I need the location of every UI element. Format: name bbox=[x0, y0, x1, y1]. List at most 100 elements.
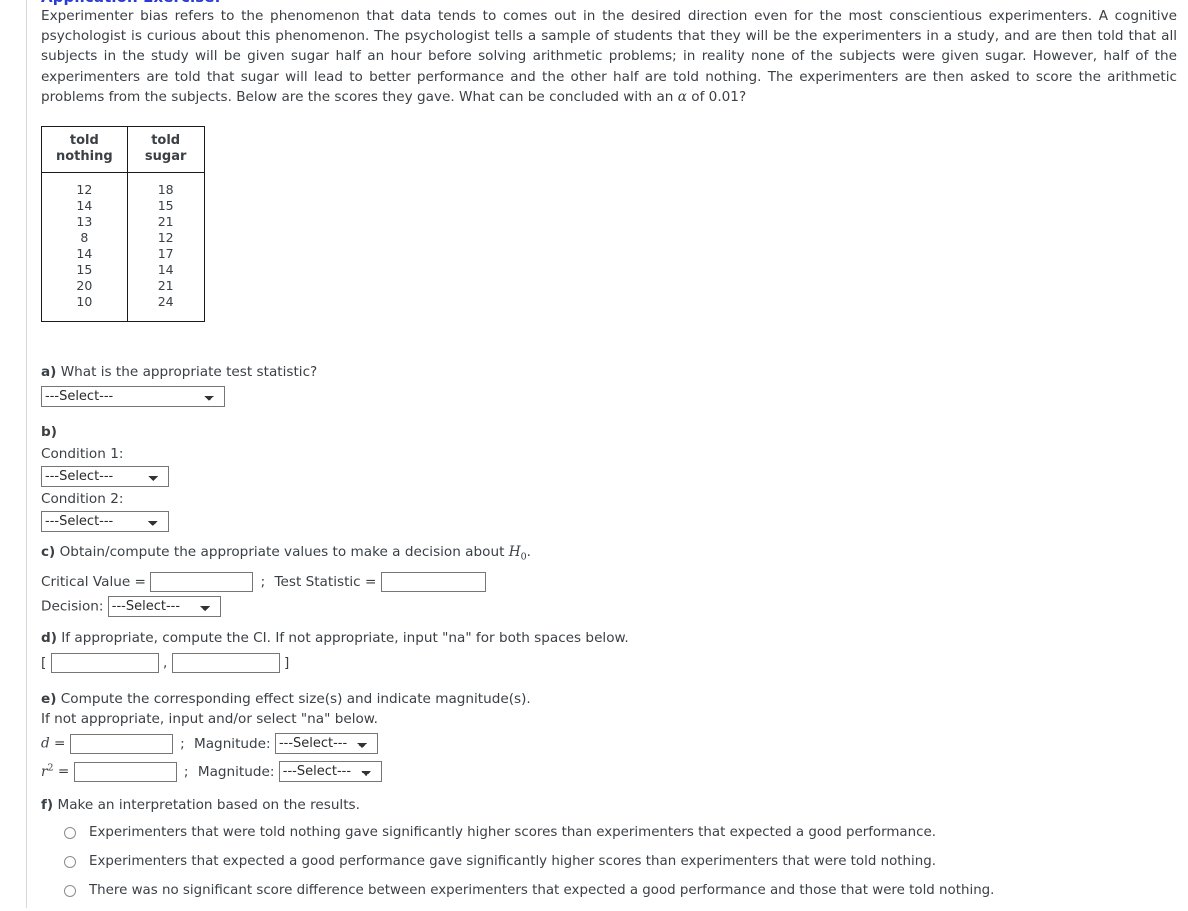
bracket-close: ] bbox=[283, 655, 290, 671]
radio-option-2[interactable]: Experimenters that expected a good perfo… bbox=[41, 853, 994, 882]
cell-told-nothing: 20 bbox=[41, 278, 128, 294]
cell-told-sugar: 12 bbox=[126, 230, 205, 246]
header-line-2: sugar bbox=[144, 149, 187, 164]
table-row: 10 24 bbox=[41, 294, 205, 322]
question-d-prompt: d) If appropriate, compute the CI. If no… bbox=[41, 629, 629, 648]
header-line-2: nothing bbox=[56, 149, 113, 164]
separator-semicolon: ; bbox=[183, 763, 189, 780]
table-header-row: told nothing told sugar bbox=[41, 126, 205, 173]
condition-1-control-row: ---Select--- bbox=[41, 466, 169, 487]
table-row: 15 14 bbox=[41, 262, 205, 278]
separator-semicolon: ; bbox=[260, 573, 266, 590]
header-line-1: told bbox=[69, 133, 99, 148]
cell-told-nothing: 15 bbox=[41, 262, 128, 278]
cell-told-sugar: 21 bbox=[126, 214, 205, 230]
condition-2-control-row: ---Select--- bbox=[41, 511, 169, 532]
question-e: e) Compute the corresponding effect size… bbox=[41, 690, 531, 783]
cohens-d-input[interactable] bbox=[69, 733, 173, 754]
r-squared-symbol: r2 bbox=[41, 762, 54, 780]
left-margin-rule bbox=[26, 0, 27, 908]
question-d-label: d) bbox=[41, 630, 57, 646]
magnitude-1-label: Magnitude: bbox=[194, 735, 271, 752]
prompt-body: Experimenter bias refers to the phenomen… bbox=[41, 8, 1177, 105]
cell-told-sugar: 21 bbox=[126, 278, 205, 294]
question-c: c) Obtain/compute the appropriate values… bbox=[41, 543, 531, 617]
radio-option-3-label[interactable]: There was no significant score differenc… bbox=[89, 882, 994, 899]
condition-1-select[interactable]: ---Select--- bbox=[41, 466, 169, 487]
radio-option-2-label[interactable]: Experimenters that expected a good perfo… bbox=[89, 853, 936, 870]
question-e-text-line1: Compute the corresponding effect size(s)… bbox=[60, 691, 531, 707]
test-statistic-select[interactable]: ---Select--- bbox=[41, 386, 225, 407]
question-c-label: c) bbox=[41, 544, 56, 560]
prompt-tail: of 0.01? bbox=[686, 88, 747, 105]
cell-told-nothing: 10 bbox=[41, 294, 128, 322]
magnitude-2-label: Magnitude: bbox=[197, 763, 275, 780]
separator-semicolon: ; bbox=[180, 735, 185, 752]
cell-told-nothing: 14 bbox=[41, 246, 128, 262]
question-c-text-after: . bbox=[526, 544, 531, 560]
ci-upper-input[interactable] bbox=[171, 653, 280, 673]
cohens-d-symbol: d bbox=[41, 735, 50, 752]
radio-option-3[interactable]: There was no significant score differenc… bbox=[41, 882, 994, 911]
scores-table: told nothing told sugar 12 18 14 15 13 2… bbox=[41, 126, 205, 322]
cohens-d-row: d = ; Magnitude: ---Select--- bbox=[41, 733, 531, 754]
radio-button-icon[interactable] bbox=[64, 885, 76, 897]
r-exponent: 2 bbox=[47, 762, 54, 773]
decision-label: Decision: bbox=[41, 598, 104, 615]
alpha-symbol: α bbox=[677, 88, 687, 105]
condition-2-label: Condition 2: bbox=[41, 491, 124, 507]
question-c-text: Obtain/compute the appropriate values to… bbox=[59, 544, 509, 560]
critical-value-input[interactable] bbox=[150, 571, 254, 592]
table-row: 20 21 bbox=[41, 278, 205, 294]
question-b: b) Condition 1: ---Select--- Condition 2… bbox=[41, 423, 169, 532]
h-letter: H bbox=[508, 544, 521, 560]
comma-separator: , bbox=[162, 655, 168, 671]
question-b-label: b) bbox=[41, 424, 57, 440]
question-a-text: What is the appropriate test statistic? bbox=[60, 364, 318, 380]
question-e-prompt: e) Compute the corresponding effect size… bbox=[41, 690, 531, 709]
critical-value-row: Critical Value = ; Test Statistic = bbox=[41, 571, 531, 592]
table-row: 12 18 bbox=[41, 172, 205, 198]
r-squared-row: r2 = ; Magnitude: ---Select--- bbox=[41, 758, 531, 783]
decision-select[interactable]: ---Select--- bbox=[107, 595, 221, 617]
magnitude-1-select[interactable]: ---Select--- bbox=[274, 733, 378, 754]
radio-button-icon[interactable] bbox=[64, 827, 76, 839]
question-d-text: If appropriate, compute the CI. If not a… bbox=[61, 630, 629, 646]
test-statistic-label: Test Statistic = bbox=[274, 573, 377, 590]
question-f-text: Make an interpretation based on the resu… bbox=[57, 797, 360, 813]
cell-told-nothing: 13 bbox=[41, 214, 128, 230]
question-f: f) Make an interpretation based on the r… bbox=[41, 796, 994, 911]
cell-told-sugar: 24 bbox=[126, 294, 205, 322]
prompt-paragraph: Experimenter bias refers to the phenomen… bbox=[41, 6, 1177, 107]
radio-button-icon[interactable] bbox=[64, 856, 76, 868]
radio-option-1-label[interactable]: Experimenters that were told nothing gav… bbox=[89, 824, 936, 841]
equals-sign: = bbox=[54, 735, 66, 752]
question-f-prompt: f) Make an interpretation based on the r… bbox=[41, 796, 994, 815]
table-row: 8 12 bbox=[41, 230, 205, 246]
test-statistic-input[interactable] bbox=[380, 571, 486, 592]
condition-2-select[interactable]: ---Select--- bbox=[41, 511, 169, 532]
cell-told-sugar: 18 bbox=[126, 172, 205, 198]
cell-told-nothing: 12 bbox=[41, 172, 128, 198]
cell-told-nothing: 8 bbox=[41, 230, 128, 246]
confidence-interval-row: [ , ] bbox=[41, 653, 629, 673]
equals-sign: = bbox=[57, 763, 70, 780]
question-a: a) What is the appropriate test statisti… bbox=[41, 363, 317, 407]
cell-told-sugar: 14 bbox=[126, 262, 205, 278]
column-header-told-nothing: told nothing bbox=[41, 126, 128, 173]
question-a-prompt: a) What is the appropriate test statisti… bbox=[41, 363, 317, 382]
header-line-1: told bbox=[151, 133, 181, 148]
ci-lower-input[interactable] bbox=[50, 653, 159, 673]
cell-told-sugar: 15 bbox=[126, 198, 205, 214]
cell-told-sugar: 17 bbox=[126, 246, 205, 262]
condition-1-label: Condition 1: bbox=[41, 446, 124, 462]
question-e-text-line2: If not appropriate, input and/or select … bbox=[41, 711, 378, 727]
table-row: 14 17 bbox=[41, 246, 205, 262]
radio-option-1[interactable]: Experimenters that were told nothing gav… bbox=[41, 824, 994, 853]
question-f-label: f) bbox=[41, 797, 54, 813]
table-row: 13 21 bbox=[41, 214, 205, 230]
magnitude-2-select[interactable]: ---Select--- bbox=[278, 761, 382, 783]
question-e-label: e) bbox=[41, 691, 57, 707]
question-d: d) If appropriate, compute the CI. If no… bbox=[41, 629, 629, 673]
r-squared-input[interactable] bbox=[73, 761, 177, 782]
